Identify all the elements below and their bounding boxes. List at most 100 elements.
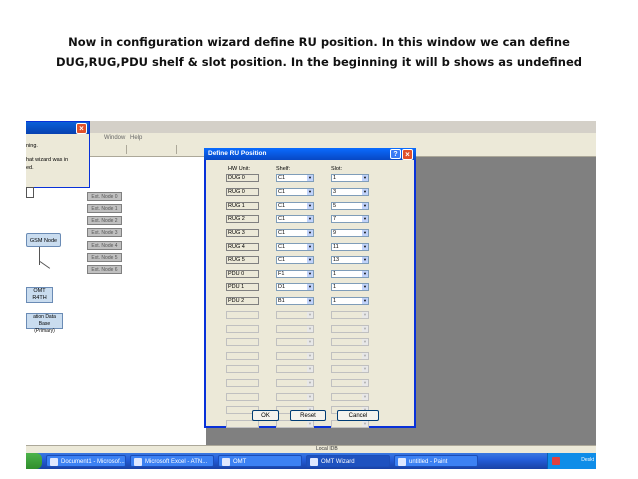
chevron-down-icon[interactable]: ▼: [362, 271, 368, 277]
hw-unit-cell: PDU 0: [226, 270, 259, 278]
task-word[interactable]: Document1 - Microsof...: [46, 455, 126, 467]
database-label: ation Data Base: [33, 314, 56, 327]
chevron-down-icon[interactable]: ▼: [307, 175, 313, 181]
hw-unit-cell-empty: [226, 392, 259, 401]
shelf-select-disabled: ▼: [276, 338, 314, 347]
ext-node-3[interactable]: Ext. Node 3: [87, 228, 122, 237]
slot-select[interactable]: 5 ▼: [331, 202, 369, 210]
chevron-down-icon[interactable]: ▼: [307, 271, 313, 277]
shelf-select[interactable]: F1 ▼: [276, 270, 314, 278]
chevron-down-icon: ▼: [362, 325, 368, 332]
close-icon[interactable]: ×: [76, 123, 87, 134]
header-shelf: Shelf:: [276, 166, 291, 172]
task-omt[interactable]: OMT: [218, 455, 302, 467]
chevron-down-icon[interactable]: ▼: [362, 284, 368, 290]
omt-label: OMT: [33, 288, 46, 294]
task-omt-wizard[interactable]: OMT Wizard: [306, 455, 390, 467]
chevron-down-icon[interactable]: ▼: [307, 189, 313, 195]
slot-select[interactable]: 9 ▼: [331, 229, 369, 237]
menu-window[interactable]: Window: [104, 135, 125, 141]
ext-node-0[interactable]: Ext. Node 0: [87, 192, 122, 201]
chevron-down-icon: ▼: [362, 393, 368, 400]
chevron-down-icon[interactable]: ▼: [362, 203, 368, 209]
shelf-select[interactable]: C1 ▼: [276, 229, 314, 237]
slot-select[interactable]: 13 ▼: [331, 256, 369, 264]
close-icon[interactable]: ×: [402, 149, 413, 160]
chevron-down-icon: ▼: [307, 325, 313, 332]
hw-unit-cell-empty: [226, 379, 259, 387]
wizard-checkbox[interactable]: [26, 187, 34, 198]
omt-sublabel: R4TH: [32, 295, 47, 301]
chevron-down-icon[interactable]: ▼: [307, 284, 313, 290]
chevron-down-icon[interactable]: ▼: [307, 203, 313, 209]
toolbar-separator: [126, 145, 127, 154]
shelf-select[interactable]: C1 ▼: [276, 188, 314, 196]
tray-icon[interactable]: [552, 457, 560, 465]
ext-node-2[interactable]: Ext. Node 2: [87, 216, 122, 225]
app-icon: [310, 458, 318, 466]
ext-node-6[interactable]: Ext. Node 6: [87, 265, 122, 274]
chevron-down-icon[interactable]: ▼: [362, 175, 368, 181]
hw-unit-cell-empty: [226, 324, 259, 333]
chevron-down-icon[interactable]: ▼: [307, 298, 313, 304]
paint-icon: [398, 458, 406, 466]
wizard-info-text-2: hat wizard was in: [26, 157, 69, 163]
chevron-down-icon[interactable]: ▼: [307, 257, 313, 263]
chevron-down-icon[interactable]: ▼: [307, 244, 313, 250]
chevron-down-icon[interactable]: ▼: [362, 230, 368, 236]
gsm-node[interactable]: GSM Node: [26, 233, 61, 247]
chevron-down-icon: ▼: [307, 380, 313, 386]
chevron-down-icon[interactable]: ▼: [307, 216, 313, 222]
header-slot: Slot:: [331, 166, 343, 172]
chevron-down-icon[interactable]: ▼: [362, 216, 368, 222]
slot-select-disabled: ▼: [331, 392, 369, 401]
start-button[interactable]: [26, 453, 42, 469]
chevron-down-icon[interactable]: ▼: [362, 189, 368, 195]
task-paint[interactable]: untitled - Paint: [394, 455, 478, 467]
chevron-down-icon[interactable]: ▼: [362, 244, 368, 250]
ext-node-5[interactable]: Ext. Node 5: [87, 253, 122, 262]
chevron-down-icon[interactable]: ▼: [307, 230, 313, 236]
slot-select[interactable]: 11 ▼: [331, 243, 369, 251]
define-ru-position-dialog: Define RU Position ? × HW Unit: Shelf: S…: [204, 148, 416, 428]
omt-node[interactable]: OMT R4TH: [26, 287, 53, 303]
ok-button[interactable]: OK: [252, 410, 279, 421]
chevron-down-icon[interactable]: ▼: [362, 298, 368, 304]
wizard-info-text-1: ning.: [26, 143, 38, 149]
chevron-down-icon: ▼: [307, 366, 313, 373]
ext-node-1[interactable]: Ext. Node 1: [87, 204, 122, 213]
shelf-select[interactable]: C1 ▼: [276, 243, 314, 251]
shelf-select[interactable]: C1 ▼: [276, 174, 314, 182]
dialog-title: Define RU Position: [208, 150, 267, 157]
slot-select[interactable]: 7 ▼: [331, 215, 369, 223]
help-icon[interactable]: ?: [390, 149, 401, 159]
hw-unit-cell-empty: [226, 338, 259, 347]
tray-text: Deskt: [581, 457, 594, 463]
hw-unit-cell: RUG 0: [226, 188, 259, 196]
slot-select[interactable]: 1 ▼: [331, 283, 369, 291]
screenshot: Window Help Ext. Node 0 Ext. Node 1 Ext.…: [26, 121, 596, 469]
hw-unit-cell: RUG 3: [226, 229, 259, 237]
shelf-select[interactable]: D1 ▼: [276, 283, 314, 291]
chevron-down-icon: ▼: [362, 366, 368, 373]
database-node[interactable]: ation Data Base (Primary): [26, 313, 63, 334]
menu-help[interactable]: Help: [130, 135, 142, 141]
cancel-button[interactable]: Cancel: [337, 410, 379, 421]
shelf-select[interactable]: C1 ▼: [276, 215, 314, 223]
chevron-down-icon: ▼: [307, 393, 313, 400]
ext-node-4[interactable]: Ext. Node 4: [87, 241, 122, 250]
task-excel[interactable]: Microsoft Excel - ATN...: [130, 455, 214, 467]
shelf-select[interactable]: C1 ▼: [276, 202, 314, 210]
slot-select[interactable]: 1 ▼: [331, 174, 369, 182]
shelf-select-disabled: ▼: [276, 379, 314, 387]
slot-select[interactable]: 3 ▼: [331, 188, 369, 196]
shelf-select[interactable]: C1 ▼: [276, 256, 314, 264]
hw-unit-cell: RUG 1: [226, 202, 259, 210]
shelf-select[interactable]: B1 ▼: [276, 297, 314, 305]
slot-select[interactable]: 1 ▼: [331, 297, 369, 305]
chevron-down-icon[interactable]: ▼: [362, 257, 368, 263]
database-sublabel: (Primary): [34, 328, 55, 334]
menu-bar: Window Help: [26, 133, 596, 144]
reset-button[interactable]: Reset: [290, 410, 326, 421]
slot-select[interactable]: 1 ▼: [331, 270, 369, 278]
